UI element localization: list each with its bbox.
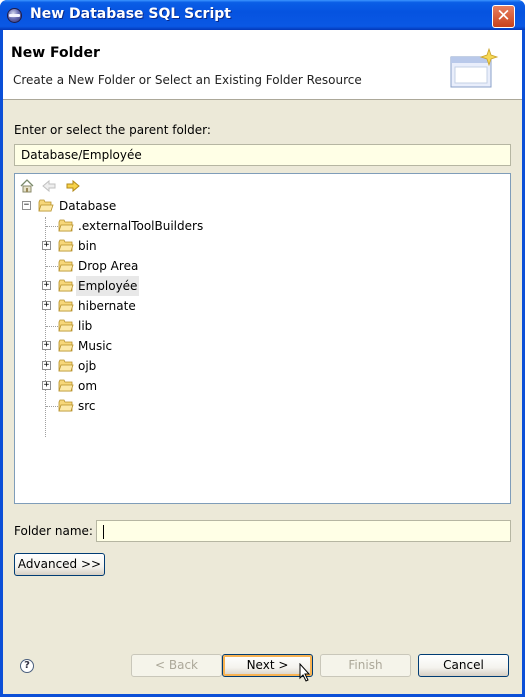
tree-item-label: Music: [78, 339, 113, 353]
tree-item-label: src: [78, 399, 96, 413]
page-title: New Folder: [11, 45, 100, 61]
wizard-header: New Folder Create a New Folder or Select…: [3, 30, 522, 100]
open-folder-icon: [38, 199, 54, 212]
tree-connector: [46, 326, 58, 327]
home-icon[interactable]: [19, 178, 35, 194]
folder-icon: [58, 359, 74, 372]
expand-toggle[interactable]: +: [42, 341, 51, 350]
tree-item-label: bin: [78, 239, 97, 253]
expand-toggle[interactable]: +: [42, 241, 51, 250]
folder-icon: [58, 339, 74, 352]
cancel-button[interactable]: Cancel: [418, 654, 509, 677]
tree-item-label: lib: [78, 319, 93, 333]
expand-toggle[interactable]: +: [42, 301, 51, 310]
tree-item[interactable]: + bin: [42, 236, 262, 256]
tree-item[interactable]: + hibernate: [42, 296, 262, 316]
page-description: Create a New Folder or Select an Existin…: [13, 73, 362, 87]
folder-icon: [58, 299, 74, 312]
close-button[interactable]: ✕: [492, 5, 515, 28]
tree-item-label: om: [78, 379, 98, 393]
tree-item-label: Drop Area: [78, 259, 139, 273]
help-icon[interactable]: ?: [20, 659, 34, 673]
collapse-toggle[interactable]: −: [22, 201, 31, 210]
finish-button[interactable]: Finish: [320, 654, 411, 677]
tree-item-label: .externalToolBuilders: [78, 219, 204, 233]
tree-item[interactable]: Drop Area: [42, 256, 262, 276]
folder-icon: [58, 379, 74, 392]
back-arrow-icon[interactable]: [41, 178, 57, 194]
tree-item[interactable]: src: [42, 396, 262, 416]
tree-item-label: ojb: [78, 359, 97, 373]
expand-toggle[interactable]: +: [42, 361, 51, 370]
folder-icon: [58, 319, 74, 332]
tree-item-database[interactable]: − Database: [22, 196, 222, 216]
tree-item[interactable]: + om: [42, 376, 262, 396]
title-bar[interactable]: New Database SQL Script ✕: [0, 0, 525, 30]
window-title: New Database SQL Script: [30, 6, 231, 22]
folder-icon: [58, 279, 74, 292]
dialog-window: New Database SQL Script ✕ New Folder Cre…: [0, 0, 525, 697]
expand-toggle[interactable]: +: [42, 281, 51, 290]
tree-item-label: Database: [59, 199, 117, 213]
mouse-pointer-icon: [299, 663, 311, 682]
tree-item[interactable]: + ojb: [42, 356, 262, 376]
tree-connector: [46, 406, 58, 407]
expand-toggle[interactable]: +: [42, 381, 51, 390]
back-button[interactable]: < Back: [131, 654, 222, 677]
tree-item-label: Employée: [76, 276, 140, 296]
folder-icon: [58, 219, 74, 232]
text-cursor: [103, 524, 104, 539]
tree-connector: [46, 226, 58, 227]
tree-item-selected[interactable]: + Employée: [42, 276, 262, 296]
parent-folder-label: Enter or select the parent folder:: [14, 123, 211, 137]
folder-icon: [58, 399, 74, 412]
dialog-body: New Folder Create a New Folder or Select…: [3, 30, 522, 694]
folder-icon: [58, 239, 74, 252]
forward-arrow-icon[interactable]: [65, 178, 81, 194]
parent-folder-input[interactable]: Database/Employée: [14, 144, 511, 166]
folder-icon: [58, 259, 74, 272]
tree-item[interactable]: + Music: [42, 336, 262, 356]
tree-item[interactable]: .externalToolBuilders: [42, 216, 262, 236]
tree-item-label: hibernate: [78, 299, 136, 313]
new-folder-wizard-icon: [450, 47, 499, 88]
folder-name-input[interactable]: [96, 520, 511, 542]
folder-tree[interactable]: − Database .externalToolBuilders + bin D…: [14, 173, 511, 504]
advanced-button[interactable]: Advanced >>: [14, 553, 105, 576]
eclipse-app-icon: [7, 8, 22, 23]
tree-item[interactable]: lib: [42, 316, 262, 336]
tree-connector: [46, 266, 58, 267]
folder-name-label: Folder name:: [14, 524, 93, 538]
